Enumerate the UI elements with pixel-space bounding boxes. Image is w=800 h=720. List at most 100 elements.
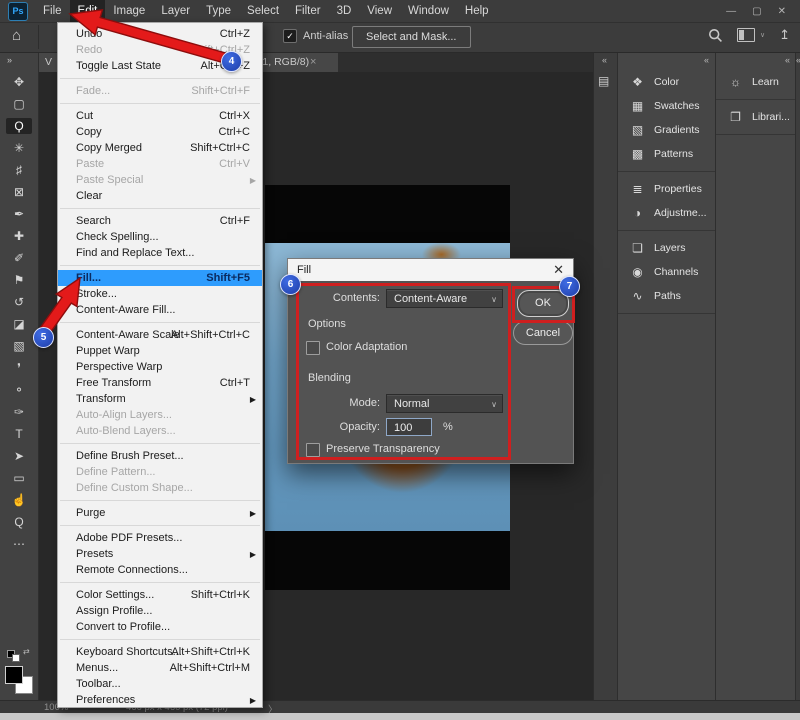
menu-item-stroke[interactable]: Stroke...: [58, 286, 262, 302]
collapse-dock-icon[interactable]: «: [796, 55, 800, 65]
dodge-tool[interactable]: ⚬: [6, 382, 32, 398]
expand-toolbar-icon[interactable]: »: [7, 55, 11, 65]
minimize-icon[interactable]: —: [726, 6, 736, 17]
panel-layers[interactable]: ❏Layers: [618, 236, 716, 260]
search-icon[interactable]: [708, 28, 723, 43]
annotation-box-dialog: [296, 283, 511, 460]
menu-item-transform[interactable]: Transform ▶: [58, 391, 262, 407]
frame-tool[interactable]: ⊠: [6, 184, 32, 200]
panel-paths[interactable]: ∿Paths: [618, 284, 716, 308]
menu-item-check-spelling[interactable]: Check Spelling...: [58, 229, 262, 245]
blur-tool[interactable]: ❜: [6, 360, 32, 376]
collapse-dock-icon[interactable]: «: [704, 55, 709, 65]
more-tools[interactable]: ⋯: [6, 536, 32, 552]
menu-window[interactable]: Window: [400, 0, 457, 22]
restore-icon[interactable]: ▢: [752, 6, 761, 17]
close-icon[interactable]: ✕: [778, 6, 786, 17]
share-icon[interactable]: ↥: [779, 27, 790, 43]
menu-item-copy[interactable]: Copy Ctrl+C: [58, 124, 262, 140]
menu-item-copy-merged[interactable]: Copy Merged Shift+Ctrl+C: [58, 140, 262, 156]
menu-item-color-settings[interactable]: Color Settings... Shift+Ctrl+K: [58, 587, 262, 603]
collapsed-panel-icon[interactable]: ▤: [598, 74, 609, 88]
menu-item-cut[interactable]: Cut Ctrl+X: [58, 108, 262, 124]
eyedropper-tool[interactable]: ✒: [6, 206, 32, 222]
brush-tool[interactable]: ✐: [6, 250, 32, 266]
menu-select[interactable]: Select: [239, 0, 287, 22]
menu-item-clear[interactable]: Clear: [58, 188, 262, 204]
panel-channels[interactable]: ◉Channels: [618, 260, 716, 284]
menu-item-purge[interactable]: Purge ▶: [58, 505, 262, 521]
divider: [38, 25, 39, 49]
hand-tool[interactable]: ☝: [6, 492, 32, 508]
cancel-button[interactable]: Cancel: [513, 321, 573, 345]
anti-alias-label: Anti-alias: [303, 30, 348, 42]
menu-item-paste: Paste Ctrl+V: [58, 156, 262, 172]
panel-libraries[interactable]: ❐Librari...: [716, 105, 796, 129]
zoom-tool[interactable]: Q: [6, 514, 32, 530]
panel-properties[interactable]: ≣Properties: [618, 177, 716, 201]
quick-selection-tool[interactable]: ✳: [6, 140, 32, 156]
step-badge-4: 4: [221, 51, 242, 72]
menu-view[interactable]: View: [359, 0, 400, 22]
options-bar-right-icons: ∨ ↥: [708, 27, 790, 43]
chevron-down-icon[interactable]: ∨: [760, 31, 765, 39]
menu-item-puppet-warp[interactable]: Puppet Warp: [58, 343, 262, 359]
path-selection-tool[interactable]: ➤: [6, 448, 32, 464]
menu-item-free-transform[interactable]: Free Transform Ctrl+T: [58, 375, 262, 391]
select-and-mask-button[interactable]: Select and Mask...: [352, 26, 471, 48]
menu-item: [60, 500, 260, 501]
move-tool[interactable]: ✥: [6, 74, 32, 90]
workspace-icon[interactable]: [737, 28, 755, 42]
anti-alias-option[interactable]: ✓ Anti-alias: [283, 29, 348, 43]
shape-tool[interactable]: ▭: [6, 470, 32, 486]
menu-item-remote-connections[interactable]: Remote Connections...: [58, 562, 262, 578]
menu-item-keyboard-shortcuts[interactable]: Keyboard Shortcuts... Alt+Shift+Ctrl+K: [58, 644, 262, 660]
menu-item-presets[interactable]: Presets ▶: [58, 546, 262, 562]
panel-patterns[interactable]: ▩Patterns: [618, 142, 716, 166]
menu-item-toolbar[interactable]: Toolbar...: [58, 676, 262, 692]
menu-item-preferences[interactable]: Preferences ▶: [58, 692, 262, 708]
edit-menu-dropdown: Undo Ctrl+Z Redo Shift+Ctrl+Z Toggle Las…: [57, 22, 263, 708]
menu-item-fill[interactable]: Fill... Shift+F5: [58, 270, 262, 286]
menu-item-search[interactable]: Search Ctrl+F: [58, 213, 262, 229]
panel-learn[interactable]: ☼Learn: [716, 70, 796, 94]
menu-item-content-aware-scale[interactable]: Content-Aware Scale Alt+Shift+Ctrl+C: [58, 327, 262, 343]
menu-help[interactable]: Help: [457, 0, 497, 22]
menu-filter[interactable]: Filter: [287, 0, 329, 22]
document-tab-label: r 1, RGB/8): [256, 52, 309, 72]
pen-tool[interactable]: ✑: [6, 404, 32, 420]
foreground-color-swatch[interactable]: [5, 666, 23, 684]
menu-item-content-aware-fill[interactable]: Content-Aware Fill...: [58, 302, 262, 318]
panel-swatches[interactable]: ▦Swatches: [618, 94, 716, 118]
healing-brush-tool[interactable]: ✚: [6, 228, 32, 244]
collapse-dock-icon[interactable]: «: [785, 55, 790, 65]
tab-close-icon[interactable]: ×: [310, 52, 316, 72]
close-icon[interactable]: ✕: [553, 262, 564, 278]
menu-item-find-replace[interactable]: Find and Replace Text...: [58, 245, 262, 261]
home-icon[interactable]: ⌂: [12, 27, 21, 44]
type-tool[interactable]: T: [6, 426, 32, 442]
marquee-tool[interactable]: ▢: [6, 96, 32, 112]
collapse-dock-icon[interactable]: «: [602, 55, 607, 65]
panel-gradients[interactable]: ▧Gradients: [618, 118, 716, 142]
menu-item-menus[interactable]: Menus... Alt+Shift+Ctrl+M: [58, 660, 262, 676]
crop-tool[interactable]: ♯: [6, 162, 32, 178]
menu-item: [60, 265, 260, 266]
fill-dialog-titlebar[interactable]: Fill ✕: [288, 259, 573, 281]
menu-item-define-pattern: Define Pattern...: [58, 464, 262, 480]
menu-item-define-custom-shape: Define Custom Shape...: [58, 480, 262, 496]
anti-alias-checkbox[interactable]: ✓: [283, 29, 297, 43]
menu-item-adobe-pdf-presets[interactable]: Adobe PDF Presets...: [58, 530, 262, 546]
panel-adjustments[interactable]: ◑Adjustme...: [618, 201, 716, 225]
menu-item-convert-to-profile[interactable]: Convert to Profile...: [58, 619, 262, 635]
right-panel-list: ☼Learn ❐Librari...: [716, 70, 796, 140]
menu-item-perspective-warp[interactable]: Perspective Warp: [58, 359, 262, 375]
lasso-tool[interactable]: Ϙ: [6, 118, 32, 134]
menu-item-define-brush-preset[interactable]: Define Brush Preset...: [58, 448, 262, 464]
menu-item-auto-blend-layers: Auto-Blend Layers...: [58, 423, 262, 439]
menu-3d[interactable]: 3D: [329, 0, 360, 22]
panel-color[interactable]: ❖Color: [618, 70, 716, 94]
menu-item-assign-profile[interactable]: Assign Profile...: [58, 603, 262, 619]
swap-colors-icon[interactable]: ⇄: [23, 647, 30, 656]
default-colors-icon[interactable]: ⇄: [7, 650, 21, 660]
